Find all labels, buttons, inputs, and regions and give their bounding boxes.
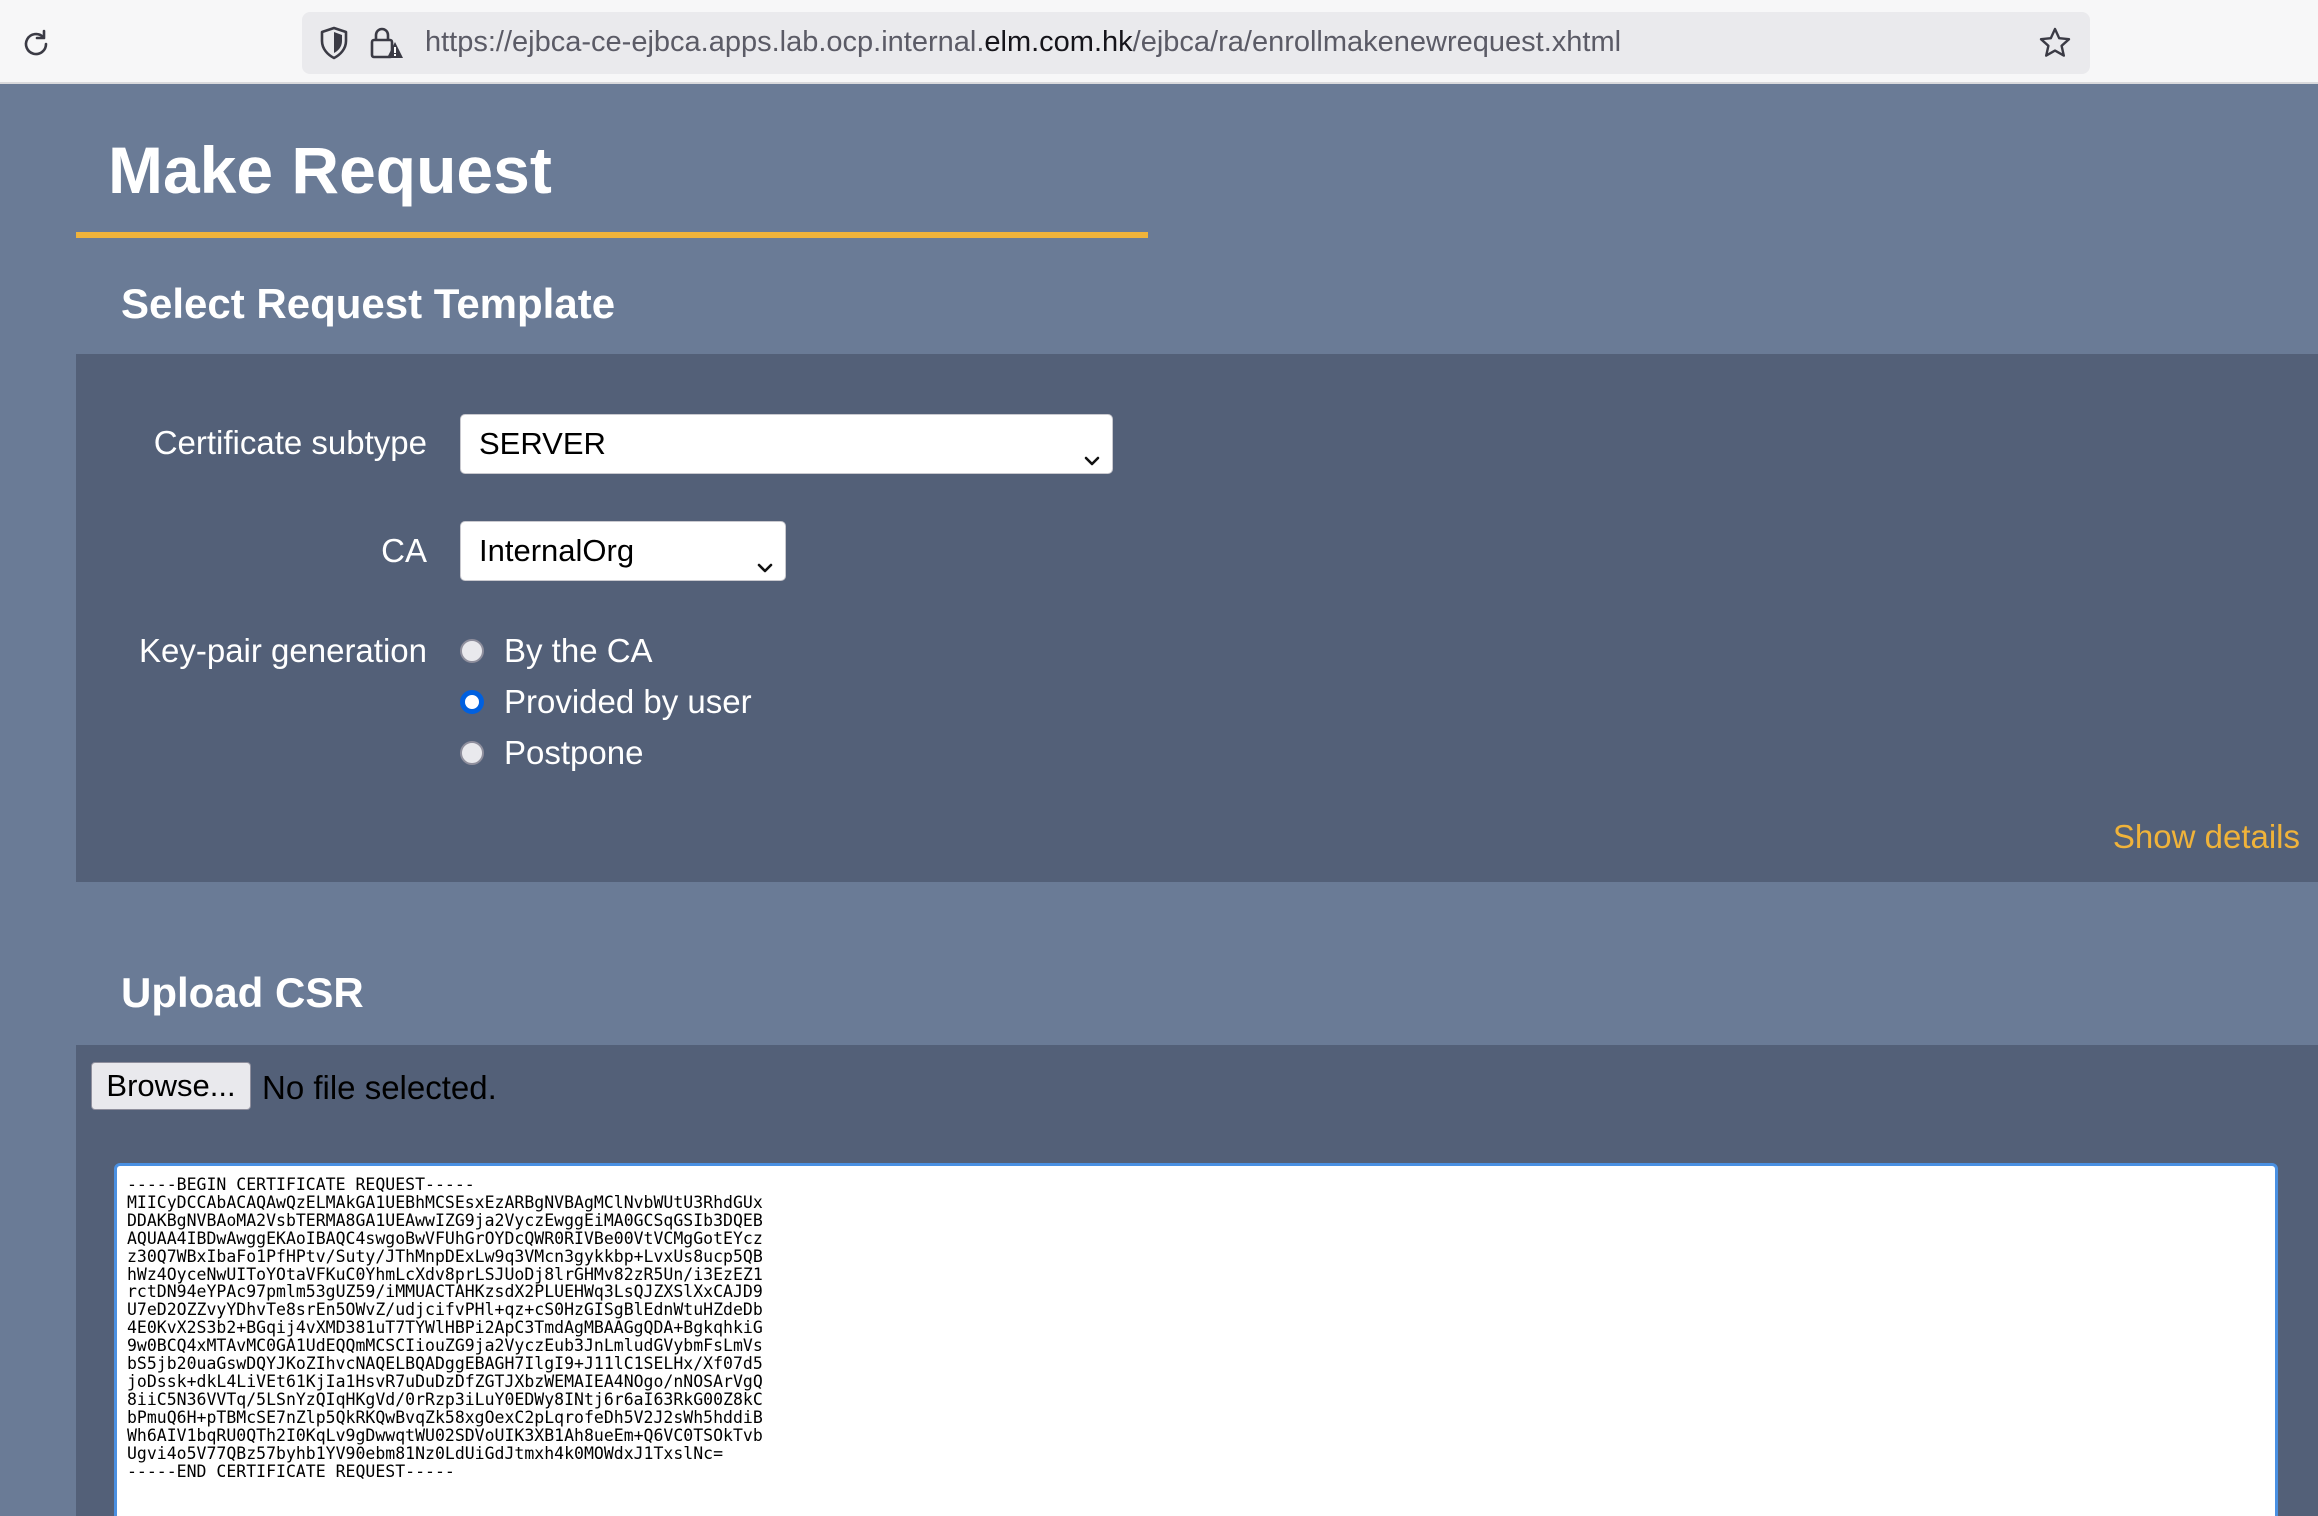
keypair-option-postpone[interactable]: Postpone (460, 734, 643, 772)
show-details-link[interactable]: Show details (2113, 818, 2300, 856)
url-text[interactable]: https://ejbca-ce-ejbca.apps.lab.ocp.inte… (425, 26, 1621, 59)
bookmark-star-icon[interactable] (2038, 26, 2072, 65)
title-underline (76, 232, 1148, 238)
csr-textarea[interactable]: -----BEGIN CERTIFICATE REQUEST----- MIIC… (114, 1163, 2278, 1516)
radio-button[interactable] (460, 741, 484, 765)
chevron-down-icon (1082, 433, 1102, 491)
ca-select[interactable]: InternalOrg (460, 521, 786, 581)
page-title: Make Request (108, 133, 552, 207)
radio-label[interactable]: By the CA (504, 632, 653, 670)
template-section-title: Select Request Template (121, 280, 616, 327)
ca-label: CA (381, 532, 427, 569)
radio-button[interactable] (460, 639, 484, 663)
radio-button-selected[interactable] (460, 690, 484, 714)
radio-label[interactable]: Postpone (504, 734, 643, 772)
keypair-option-by-ca[interactable]: By the CA (460, 632, 653, 670)
browser-toolbar: https://ejbca-ce-ejbca.apps.lab.ocp.inte… (0, 0, 2318, 84)
certificate-subtype-value: SERVER (479, 426, 606, 461)
ca-value: InternalOrg (479, 533, 635, 568)
reload-icon[interactable] (16, 24, 56, 64)
keypair-generation-label: Key-pair generation (138, 632, 427, 669)
file-status-text: No file selected. (262, 1069, 497, 1106)
chevron-down-icon (755, 540, 775, 598)
upload-section-title: Upload CSR (121, 969, 364, 1016)
radio-label[interactable]: Provided by user (504, 683, 752, 721)
browse-button[interactable]: Browse... (91, 1062, 251, 1110)
certificate-subtype-label: Certificate subtype (153, 424, 427, 461)
keypair-option-provided-by-user[interactable]: Provided by user (460, 683, 752, 721)
csr-text[interactable]: -----BEGIN CERTIFICATE REQUEST----- MIIC… (127, 1176, 2265, 1480)
shield-icon[interactable] (318, 26, 350, 65)
address-bar[interactable]: https://ejbca-ce-ejbca.apps.lab.ocp.inte… (302, 12, 2090, 74)
lock-warning-icon[interactable] (368, 25, 404, 66)
certificate-subtype-select[interactable]: SERVER (460, 414, 1113, 474)
